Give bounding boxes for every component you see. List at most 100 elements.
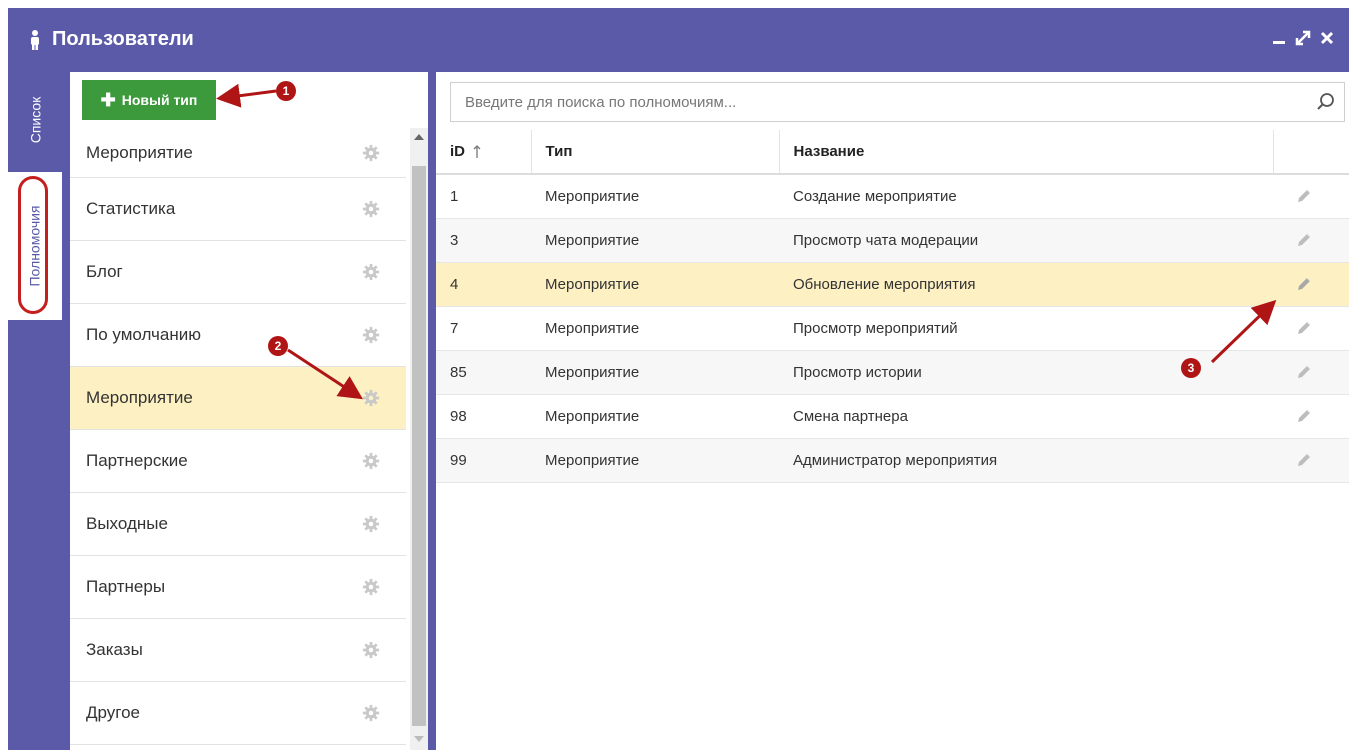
users-window: Пользователи Список Полномочия ✚ Новый т… (8, 8, 1349, 750)
table-row-selected[interactable]: 4 Мероприятие Обновление мероприятия (436, 262, 1349, 307)
type-list-scrollbar[interactable] (410, 128, 428, 750)
cell-id: 1 (436, 174, 531, 219)
expand-icon[interactable] (1295, 28, 1311, 48)
tab-permissions[interactable]: Полномочия (8, 172, 62, 320)
cell-type: Мероприятие (531, 218, 779, 263)
annotation-marker-2: 2 (268, 336, 288, 356)
gear-icon[interactable] (362, 200, 380, 218)
type-item[interactable]: Выходные (70, 493, 406, 556)
type-item[interactable]: Другое (70, 682, 406, 745)
cell-name: Администратор мероприятия (779, 438, 1273, 483)
edit-pencil-icon[interactable] (1295, 363, 1313, 381)
type-item[interactable]: По умолчанию (70, 304, 406, 367)
type-item[interactable]: Статистика (70, 178, 406, 241)
type-item-label: Партнеры (86, 577, 166, 596)
type-item-label: Партнерские (86, 451, 188, 470)
cell-id: 3 (436, 218, 531, 263)
column-header-actions (1273, 130, 1349, 175)
cell-id: 85 (436, 350, 531, 395)
cell-name: Обновление мероприятия (779, 262, 1273, 307)
title-bar: Пользователи (8, 8, 1349, 72)
plus-icon: ✚ (100, 90, 116, 110)
column-name-label: Название (793, 143, 865, 160)
cell-type: Мероприятие (531, 306, 779, 351)
permissions-panel: iD Тип Название 1 Мероприятие Создание м… (436, 72, 1349, 750)
edit-pencil-icon[interactable] (1295, 187, 1313, 205)
vertical-tabs: Список Полномочия (8, 72, 62, 750)
cell-name: Просмотр мероприятий (779, 306, 1273, 351)
table-row[interactable]: 98 Мероприятие Смена партнера (436, 394, 1349, 439)
table-row[interactable]: 3 Мероприятие Просмотр чата модерации (436, 218, 1349, 263)
scroll-up-arrow-icon[interactable] (414, 134, 424, 140)
new-type-label: Новый тип (121, 92, 198, 108)
cell-type: Мероприятие (531, 174, 779, 219)
cell-id: 98 (436, 394, 531, 439)
tab-list[interactable]: Список (8, 78, 62, 162)
sort-ascending-icon[interactable] (473, 145, 481, 159)
column-type-label: Тип (545, 143, 573, 160)
column-id-label: iD (450, 143, 465, 160)
cell-type: Мероприятие (531, 350, 779, 395)
edit-pencil-icon[interactable] (1295, 231, 1313, 249)
type-item-label: Мероприятие (86, 142, 193, 162)
gear-icon[interactable] (362, 578, 380, 596)
type-item-label: Другое (86, 703, 141, 722)
edit-pencil-icon[interactable] (1295, 407, 1313, 425)
cell-type: Мероприятие (531, 438, 779, 483)
type-item-label: Мероприятие (86, 388, 193, 407)
table-row[interactable]: 99 Мероприятие Администратор мероприятия (436, 438, 1349, 483)
type-item[interactable]: Партнеры (70, 556, 406, 619)
new-type-button[interactable]: ✚ Новый тип (82, 80, 216, 120)
tab-permissions-label: Полномочия (27, 205, 43, 287)
gear-icon[interactable] (362, 704, 380, 722)
edit-pencil-icon[interactable] (1295, 275, 1313, 293)
type-item-label: Блог (86, 262, 123, 281)
type-item[interactable]: Партнерские (70, 430, 406, 493)
cell-id: 4 (436, 262, 531, 307)
edit-pencil-icon[interactable] (1295, 451, 1313, 469)
gear-icon[interactable] (362, 515, 380, 533)
type-item-label: Выходные (86, 514, 168, 533)
cell-type: Мероприятие (531, 262, 779, 307)
annotation-marker-1: 1 (276, 81, 296, 101)
edit-pencil-icon[interactable] (1295, 319, 1313, 337)
user-icon (31, 30, 39, 50)
cell-name: Смена партнера (779, 394, 1273, 439)
window-title: Пользователи (52, 28, 194, 50)
gear-icon[interactable] (362, 263, 380, 281)
gear-icon[interactable] (362, 144, 380, 162)
type-item-label: Статистика (86, 199, 176, 218)
table-row[interactable]: 1 Мероприятие Создание мероприятие (436, 174, 1349, 219)
close-icon[interactable] (1319, 28, 1335, 48)
gear-icon[interactable] (362, 326, 380, 344)
search-input[interactable] (451, 83, 1329, 121)
cell-name: Создание мероприятие (779, 174, 1273, 219)
type-item-label: По умолчанию (86, 325, 201, 344)
type-item[interactable]: Мероприятие (70, 128, 406, 178)
cell-name: Просмотр чата модерации (779, 218, 1273, 263)
cell-id: 99 (436, 438, 531, 483)
scroll-thumb[interactable] (412, 166, 426, 726)
gear-icon[interactable] (362, 641, 380, 659)
search-icon[interactable] (1316, 92, 1336, 112)
column-header-type[interactable]: Тип (531, 130, 780, 175)
scroll-down-arrow-icon[interactable] (414, 736, 424, 742)
table-row[interactable]: 85 Мероприятие Просмотр истории (436, 350, 1349, 395)
cell-type: Мероприятие (531, 394, 779, 439)
column-header-name[interactable]: Название (779, 130, 1274, 175)
permissions-search (450, 82, 1345, 122)
type-item-label: Заказы (86, 640, 143, 659)
table-row[interactable]: 7 Мероприятие Просмотр мероприятий (436, 306, 1349, 351)
type-list: Мероприятие Статистика Блог По умолчанию… (70, 128, 406, 745)
permissions-table: iD Тип Название 1 Мероприятие Создание м… (436, 130, 1349, 483)
type-item[interactable]: Заказы (70, 619, 406, 682)
type-item-selected[interactable]: Мероприятие (70, 367, 406, 430)
minimize-icon[interactable] (1271, 28, 1287, 48)
types-panel: ✚ Новый тип Мероприятие Статистика Блог … (70, 72, 428, 750)
cell-id: 7 (436, 306, 531, 351)
gear-icon[interactable] (362, 389, 380, 407)
column-header-id[interactable]: iD (436, 130, 532, 175)
annotation-marker-3: 3 (1181, 358, 1201, 378)
gear-icon[interactable] (362, 452, 380, 470)
type-item[interactable]: Блог (70, 241, 406, 304)
